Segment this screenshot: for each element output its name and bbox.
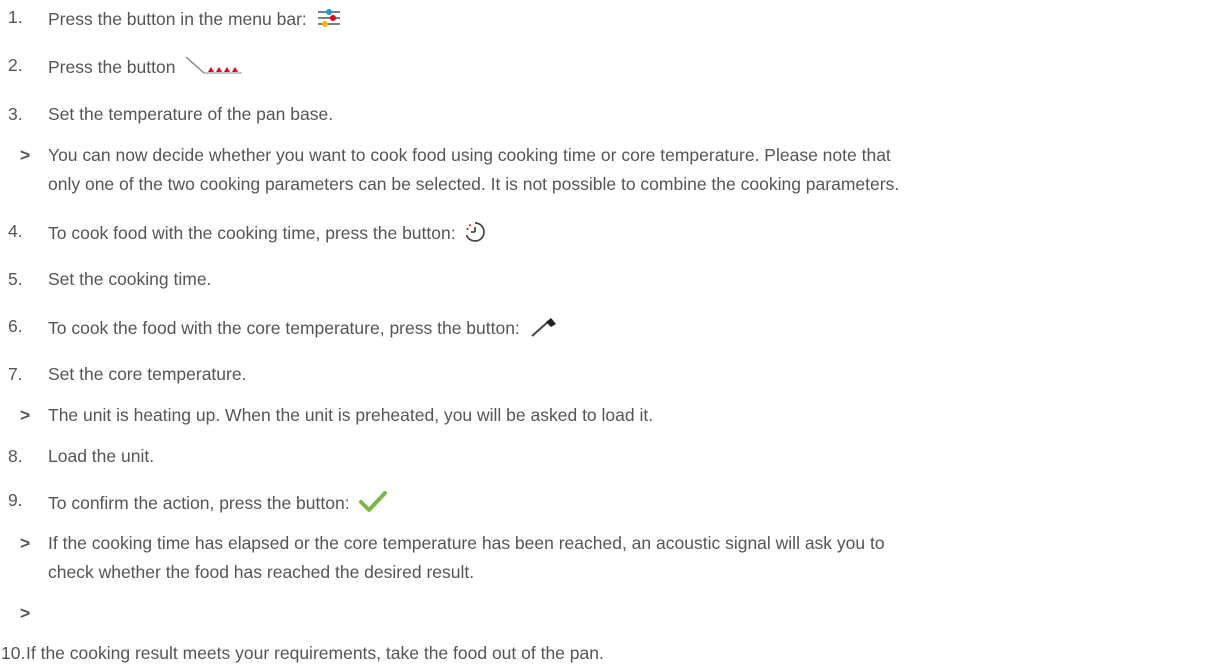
step-number: 5.: [8, 269, 23, 289]
result-text-line1: You can now decide whether you want to c…: [48, 145, 891, 165]
step-number: 9.: [8, 490, 23, 510]
result-text-line1: If the cooking time has elapsed or the c…: [48, 533, 885, 553]
step-number: 8.: [8, 446, 23, 466]
result-text-line2: check whether the food has reached the d…: [48, 562, 475, 582]
step-text: To cook food with the cooking time, pres…: [48, 221, 486, 248]
step-text: Set the temperature of the pan base.: [48, 104, 334, 124]
result-marker: >: [20, 603, 31, 623]
result-text: The unit is heating up. When the unit is…: [48, 405, 654, 425]
step-4-text: To cook food with the cooking time, pres…: [48, 223, 456, 244]
step-9-text: To confirm the action, press the button:: [48, 493, 350, 514]
step-text: To cook the food with the core temperatu…: [48, 316, 559, 343]
step-number: 3.: [8, 104, 23, 124]
step-number: 10.: [1, 643, 26, 663]
step-text: Set the core temperature.: [48, 364, 247, 384]
step-2-text: Press the button: [48, 57, 176, 78]
step-text: If the cooking result meets your require…: [26, 643, 604, 663]
core-probe-icon: [529, 316, 559, 343]
step-text: Set the cooking time.: [48, 269, 212, 289]
result-marker: >: [20, 405, 31, 425]
pan-heating-icon: [184, 55, 244, 82]
step-number: 4.: [8, 221, 23, 241]
checkmark-icon: [358, 490, 388, 519]
step-number: 7.: [8, 364, 23, 384]
step-6-text: To cook the food with the core temperatu…: [48, 318, 520, 339]
step-number: 6.: [8, 316, 23, 336]
result-marker: >: [20, 145, 31, 165]
step-text: Load the unit.: [48, 446, 155, 466]
step-text: Press the button: [48, 55, 244, 82]
result-text-line2: only one of the two cooking parameters c…: [48, 174, 900, 194]
step-number: 2.: [8, 55, 23, 75]
step-number: 1.: [8, 7, 23, 27]
step-text: To confirm the action, press the button:: [48, 490, 388, 519]
step-text: Press the button in the menu bar:: [48, 7, 342, 34]
settings-sliders-icon: [316, 7, 342, 34]
step-1-text: Press the button in the menu bar:: [48, 9, 307, 30]
timer-icon: [464, 221, 486, 248]
result-marker: >: [20, 533, 31, 553]
